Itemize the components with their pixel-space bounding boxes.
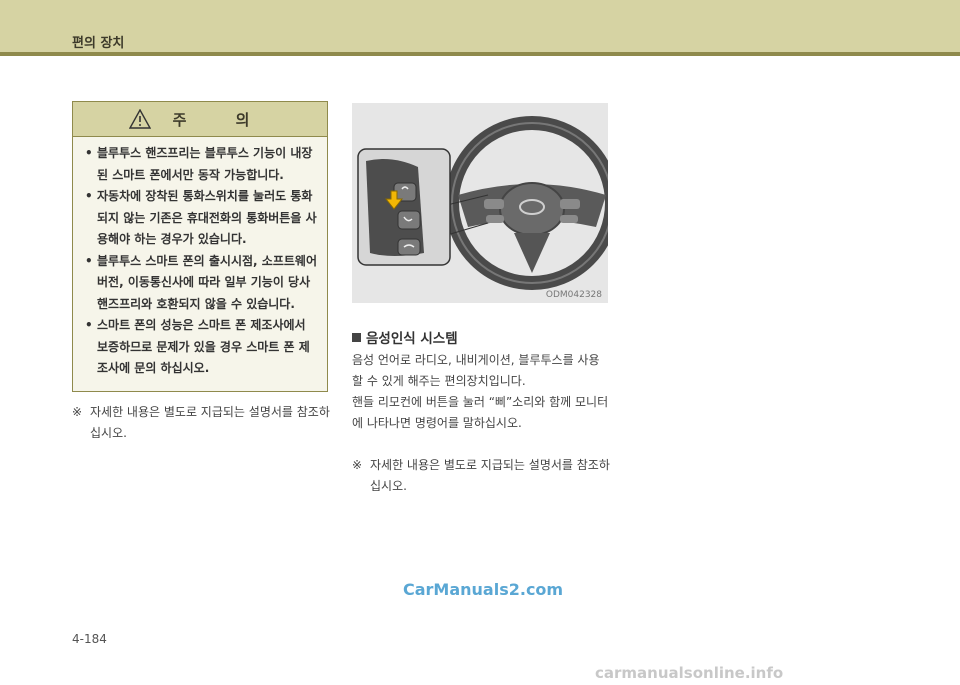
- note-text: 자세한 내용은 별도로 지급되는 설명서를 참조하십시오.: [90, 405, 330, 440]
- note-mark: ※: [72, 405, 83, 419]
- caution-title: 주 의: [172, 110, 272, 129]
- bullet: •: [85, 253, 93, 268]
- note-mark: ※: [352, 458, 363, 472]
- figure-code: ODM042328: [545, 290, 602, 300]
- button-inset: [357, 148, 451, 266]
- steering-wheel-icon: [445, 116, 619, 290]
- caution-item: • 스마트 폰의 성능은 스마트 폰 제조사에서 보증하므로 문제가 있을 경우 …: [85, 315, 319, 380]
- header-rule: [0, 52, 960, 56]
- bullet: •: [85, 189, 93, 203]
- footer-watermark: carmanualsonline.info: [595, 664, 784, 682]
- section-heading-text: 음성인식 시스템: [366, 331, 458, 347]
- bullet: •: [85, 318, 93, 332]
- steering-wheel-illustration: [357, 116, 619, 290]
- caution-item: • 블루투스 핸즈프리는 블루투스 기능이 내장된 스마트 폰에서만 동작 가능합…: [85, 143, 319, 186]
- reference-note-left: ※ 자세한 내용은 별도로 지급되는 설명서를 참조하십시오.: [72, 402, 332, 444]
- caution-item: • 자동차에 장착된 통화스위치를 눌러도 통화 되지 않는 기존은 휴대전화의 …: [85, 186, 319, 251]
- bullet: •: [85, 146, 93, 160]
- body-paragraph: 핸들 리모컨에 버튼을 눌러 “삐”소리와 함께 모니터에 나타나면 명령어를 …: [352, 395, 609, 430]
- square-bullet-icon: [352, 333, 361, 342]
- section-header-title: 편의 장치: [72, 36, 125, 51]
- steering-wheel-figure: ODM042328: [352, 103, 619, 303]
- caution-list: • 블루투스 핸즈프리는 블루투스 기능이 내장된 스마트 폰에서만 동작 가능합…: [73, 137, 327, 380]
- watermark: CarManuals2.com: [403, 580, 564, 599]
- header-band: [0, 0, 960, 52]
- note-text: 자세한 내용은 별도로 지급되는 설명서를 참조하십시오.: [370, 458, 610, 493]
- reference-note-right: ※ 자세한 내용은 별도로 지급되는 설명서를 참조하십시오.: [352, 455, 610, 497]
- section-heading: 음성인식 시스템: [352, 327, 458, 347]
- section-body: 음성 언어로 라디오, 내비게이션, 블루투스를 사용할 수 있게 해주는 편의…: [352, 350, 610, 434]
- body-paragraph: 음성 언어로 라디오, 내비게이션, 블루투스를 사용할 수 있게 해주는 편의…: [352, 353, 600, 388]
- warning-icon: [128, 109, 151, 129]
- caution-box: 주 의 • 블루투스 핸즈프리는 블루투스 기능이 내장된 스마트 폰에서만 동작…: [72, 101, 328, 392]
- caution-header: 주 의: [73, 102, 327, 137]
- page-number: 4-184: [72, 632, 107, 646]
- caution-item: • 블루투스 스마트 폰의 출시시점, 소프트웨어 버전, 이동통신사에 따라 일…: [85, 251, 319, 316]
